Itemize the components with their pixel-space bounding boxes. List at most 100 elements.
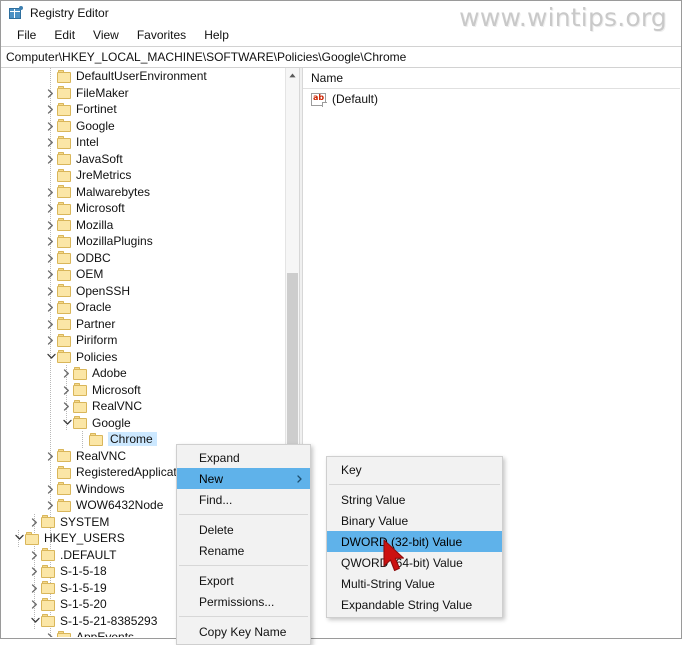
menu-item-string-value[interactable]: String Value [327,489,502,510]
tree-item-javasoft[interactable]: JavaSoft [2,151,285,168]
tree-item-odbc[interactable]: ODBC [2,250,285,267]
tree-item-filemaker[interactable]: FileMaker [2,85,285,102]
tree-item-label: Chrome [108,432,157,447]
chevron-right-icon[interactable] [44,316,57,332]
tree-item-label: S-1-5-18 [60,564,107,579]
tree-item-adobe[interactable]: Adobe [2,365,285,382]
chevron-right-icon[interactable] [44,299,57,315]
tree-item-microsoft[interactable]: Microsoft [2,382,285,399]
tree-item-label: Oracle [76,300,112,315]
menu-item-multi-string-value[interactable]: Multi-String Value [327,573,502,594]
tree-item-defaultuserenvironment[interactable]: DefaultUserEnvironment [2,68,285,85]
chevron-right-icon[interactable] [44,448,57,464]
folder-icon [57,284,72,298]
column-header-name[interactable]: Name [303,71,343,85]
menu-edit[interactable]: Edit [45,26,84,45]
chevron-right-icon[interactable] [44,497,57,513]
menu-help[interactable]: Help [195,26,238,45]
tree-item-mozilla[interactable]: Mozilla [2,217,285,234]
tree-item-fortinet[interactable]: Fortinet [2,101,285,118]
window-title: Registry Editor [30,6,109,20]
menu-file[interactable]: File [8,26,45,45]
menu-item-expand[interactable]: Expand [177,447,310,468]
tree-item-google[interactable]: Google [2,118,285,135]
menu-item-export[interactable]: Export [177,570,310,591]
menu-item-key[interactable]: Key [327,459,502,480]
tree-item-oem[interactable]: OEM [2,266,285,283]
tree-item-google[interactable]: Google [2,415,285,432]
chevron-right-icon[interactable] [60,382,73,398]
menu-item-label: Expand [199,450,240,465]
chevron-right-icon[interactable] [44,217,57,233]
chevron-right-icon[interactable] [44,481,57,497]
chevron-right-icon[interactable] [44,283,57,299]
context-menu[interactable]: Expand New Find... Delete Rename Export Permis… [176,444,311,645]
menu-item-find[interactable]: Find... [177,489,310,510]
folder-icon [57,449,72,463]
chevron-right-icon[interactable] [44,200,57,216]
address-bar[interactable]: Computer\HKEY_LOCAL_MACHINE\SOFTWARE\Pol… [1,46,681,68]
chevron-right-icon[interactable] [28,547,41,563]
menu-item-permissions[interactable]: Permissions... [177,591,310,612]
chevron-right-icon[interactable] [60,398,73,414]
tree-item-label: ODBC [76,250,111,265]
menu-view[interactable]: View [84,26,128,45]
chevron-right-icon[interactable] [44,101,57,117]
chevron-right-icon[interactable] [44,250,57,266]
tree-item-piriform[interactable]: Piriform [2,332,285,349]
tree-item-openssh[interactable]: OpenSSH [2,283,285,300]
folder-icon [41,581,56,595]
chevron-right-icon[interactable] [44,151,57,167]
menu-item-new[interactable]: New [177,468,310,489]
menu-item-label: Delete [199,522,234,537]
chevron-right-icon[interactable] [28,563,41,579]
chevron-right-icon[interactable] [44,266,57,282]
chevron-down-icon[interactable] [28,613,41,629]
folder-icon [57,102,72,116]
tree-item-label: SYSTEM [60,514,110,529]
tree-item-microsoft[interactable]: Microsoft [2,200,285,217]
chevron-right-icon[interactable] [28,596,41,612]
value-row-default[interactable]: ab (Default) [303,89,680,109]
tree-item-mozillaplugins[interactable]: MozillaPlugins [2,233,285,250]
tree-item-label: Policies [76,349,118,364]
scroll-up-arrow[interactable] [286,68,299,82]
tree-item-intel[interactable]: Intel [2,134,285,151]
chevron-right-icon[interactable] [44,233,57,249]
chevron-right-icon[interactable] [44,184,57,200]
menu-item-binary-value[interactable]: Binary Value [327,510,502,531]
menu-item-qword-64-bit-value[interactable]: QWORD (64-bit) Value [327,552,502,573]
menu-item-label: Expandable String Value [341,597,473,612]
chevron-right-icon[interactable] [28,514,41,530]
chevron-down-icon[interactable] [12,530,25,546]
tree-item-oracle[interactable]: Oracle [2,299,285,316]
tree-item-policies[interactable]: Policies [2,349,285,366]
menu-item-rename[interactable]: Rename [177,540,310,561]
chevron-right-icon[interactable] [28,580,41,596]
chevron-right-icon[interactable] [44,629,57,637]
menu-item-expandable-string-value[interactable]: Expandable String Value [327,594,502,615]
tree-item-label: MozillaPlugins [76,234,153,249]
chevron-right-icon[interactable] [60,365,73,381]
menu-separator [179,514,308,515]
menu-item-dword-32-bit-value[interactable]: DWORD (32-bit) Value [327,531,502,552]
menu-item-delete[interactable]: Delete [177,519,310,540]
chevron-down-icon[interactable] [60,415,73,431]
tree-item-partner[interactable]: Partner [2,316,285,333]
chevron-right-icon[interactable] [44,332,57,348]
new-submenu[interactable]: Key String Value Binary Value DWORD (32-bit… [326,456,503,618]
chevron-down-icon[interactable] [44,349,57,365]
menu-favorites[interactable]: Favorites [128,26,195,45]
folder-icon [41,548,56,562]
chevron-right-icon[interactable] [44,85,57,101]
menu-item-label: Copy Key Name [199,624,287,639]
chevron-right-icon[interactable] [44,134,57,150]
menu-item-label: Multi-String Value [341,576,435,591]
tree-item-jremetrics[interactable]: JreMetrics [2,167,285,184]
tree-item-label: Google [76,118,115,133]
chevron-right-icon[interactable] [44,118,57,134]
tree-item-label: RealVNC [92,399,143,414]
tree-item-realvnc[interactable]: RealVNC [2,398,285,415]
tree-item-malwarebytes[interactable]: Malwarebytes [2,184,285,201]
folder-icon [57,498,72,512]
